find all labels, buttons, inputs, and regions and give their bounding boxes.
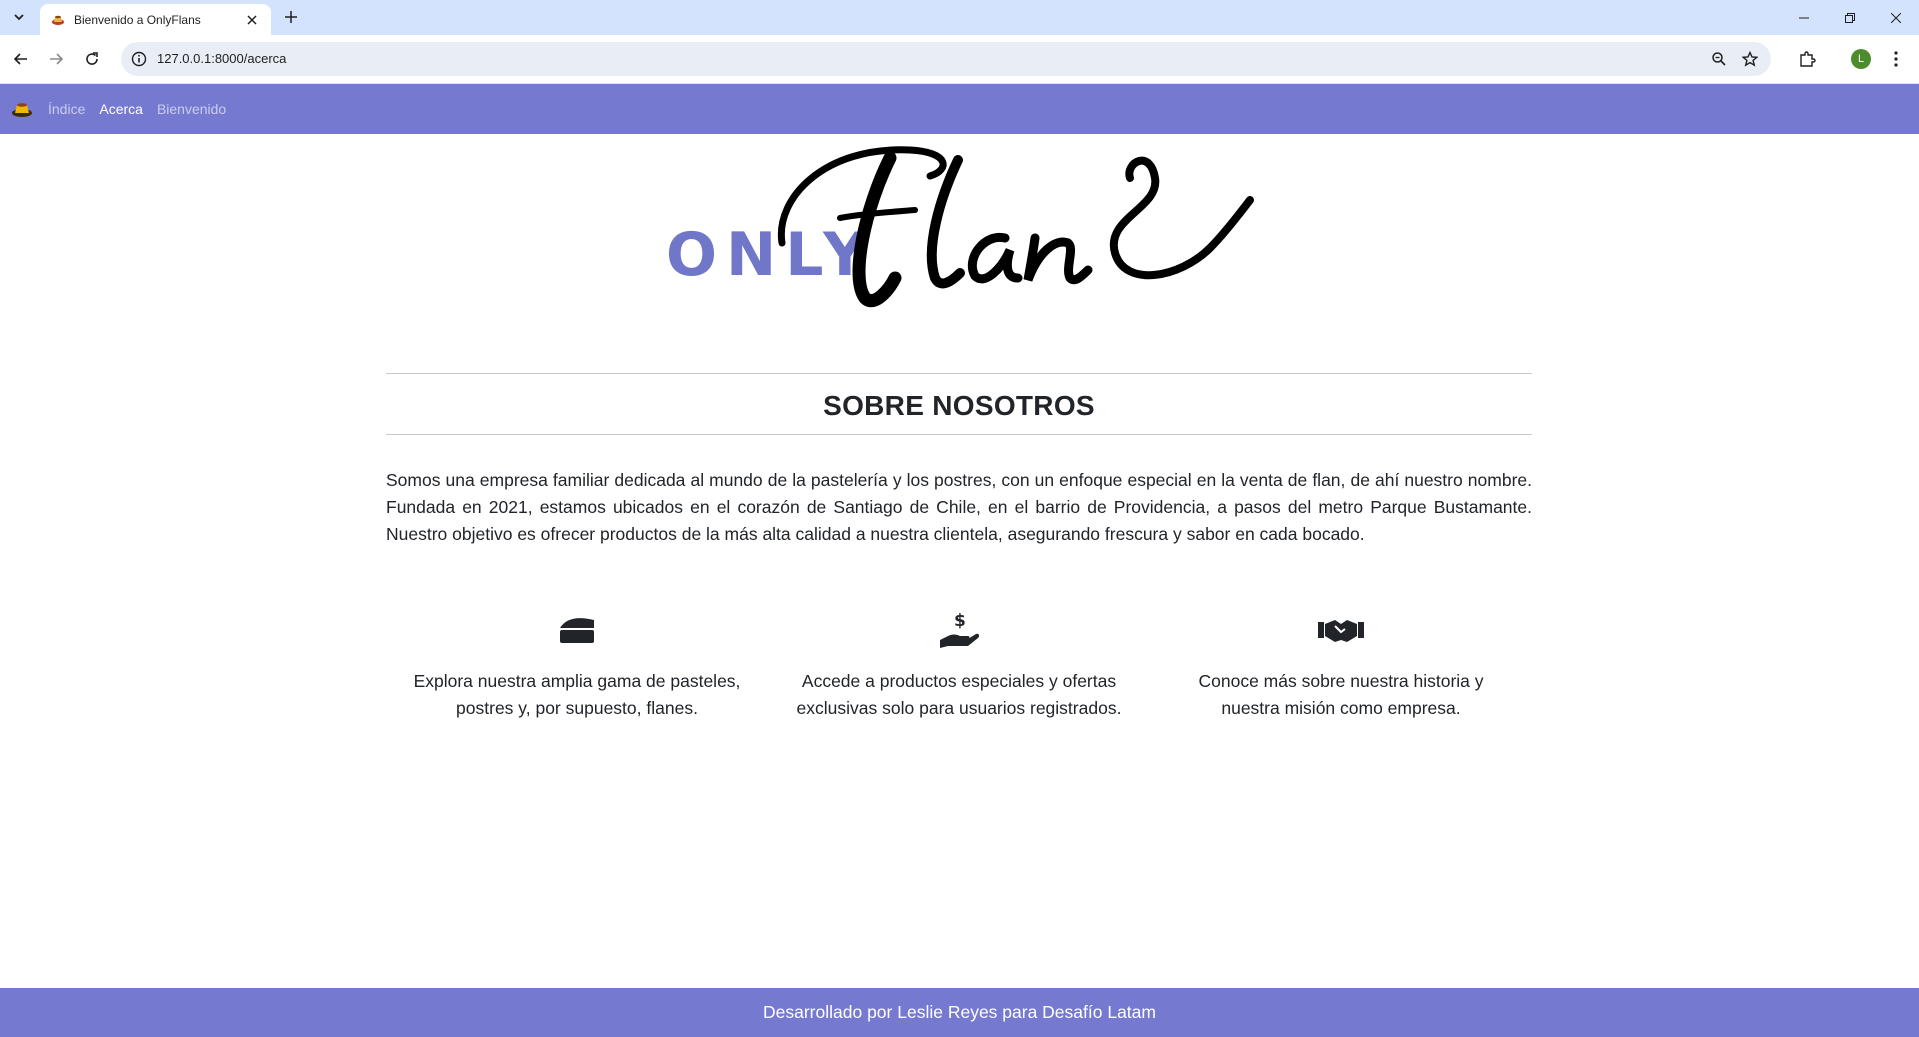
feature-text: Explora nuestra amplia gama de pasteles,… xyxy=(413,671,741,718)
url-text[interactable]: 127.0.0.1:8000/acerca xyxy=(157,51,286,66)
onlyflans-logo: ONLY xyxy=(650,138,1270,308)
browser-toolbar: 127.0.0.1:8000/acerca L xyxy=(0,35,1919,84)
bookmark-star-icon[interactable] xyxy=(1741,50,1759,68)
tab-title: Bienvenido a OnlyFlans xyxy=(74,12,201,27)
about-intro-paragraph: Somos una empresa familiar dedicada al m… xyxy=(386,470,1532,544)
new-tab-button[interactable] xyxy=(280,6,302,28)
nav-link-acerca[interactable]: Acerca xyxy=(99,101,143,117)
reload-icon xyxy=(86,52,98,65)
chevron-down-icon xyxy=(14,14,24,21)
arrow-left-icon xyxy=(13,53,27,65)
extensions-icon[interactable] xyxy=(1795,47,1819,71)
hand-holding-dollar-icon: $ xyxy=(768,610,1150,650)
section-title: SOBRE NOSOTROS xyxy=(823,390,1095,421)
restore-button[interactable] xyxy=(1827,0,1873,35)
divider-bottom xyxy=(386,434,1532,435)
feature-text: Conoce más sobre nuestra historia y nues… xyxy=(1198,671,1484,718)
reload-button[interactable] xyxy=(78,45,106,73)
address-bar[interactable]: 127.0.0.1:8000/acerca xyxy=(121,42,1771,76)
back-button[interactable] xyxy=(7,45,35,73)
site-footer: Desarrollado por Leslie Reyes para Desaf… xyxy=(0,988,1919,1037)
close-icon xyxy=(1891,12,1901,23)
site-info-icon[interactable] xyxy=(131,51,147,67)
feature-card: Conoce más sobre nuestra historia y nues… xyxy=(1150,610,1532,722)
minimize-button[interactable] xyxy=(1781,0,1827,35)
cake-slice-icon xyxy=(386,610,768,650)
browser-tabstrip: Bienvenido a OnlyFlans xyxy=(0,0,1919,35)
arrow-right-icon xyxy=(50,53,64,65)
restore-icon xyxy=(1845,12,1855,23)
handshake-icon xyxy=(1150,610,1532,650)
features-row: Explora nuestra amplia gama de pasteles,… xyxy=(386,610,1532,722)
close-tab-icon[interactable] xyxy=(243,11,261,29)
browser-tab[interactable]: Bienvenido a OnlyFlans xyxy=(40,4,271,35)
profile-avatar[interactable]: L xyxy=(1851,49,1871,69)
plus-icon xyxy=(285,11,297,23)
zoom-icon[interactable] xyxy=(1710,50,1728,68)
feature-card: $ Accede a productos especiales y oferta… xyxy=(768,610,1150,722)
menu-kebab-icon[interactable] xyxy=(1884,47,1908,71)
flan-favicon-icon xyxy=(50,12,66,28)
forward-button[interactable] xyxy=(42,45,70,73)
flan-brand-icon[interactable] xyxy=(10,97,34,121)
about-section: SOBRE NOSOTROS Somos una empresa familia… xyxy=(386,373,1532,548)
nav-link-indice[interactable]: Índice xyxy=(48,101,85,117)
minimize-icon xyxy=(1799,17,1809,18)
close-window-button[interactable] xyxy=(1873,0,1919,35)
footer-credit-text: Desarrollado por Leslie Reyes para Desaf… xyxy=(763,1002,1156,1022)
site-navbar: Índice Acerca Bienvenido xyxy=(0,84,1919,134)
svg-text:$: $ xyxy=(954,611,966,631)
logo-flans-script xyxy=(777,146,1254,307)
tab-search-button[interactable] xyxy=(8,6,30,28)
feature-text: Accede a productos especiales y ofertas … xyxy=(796,671,1122,718)
nav-link-bienvenido[interactable]: Bienvenido xyxy=(157,101,226,117)
feature-card: Explora nuestra amplia gama de pasteles,… xyxy=(386,610,768,722)
